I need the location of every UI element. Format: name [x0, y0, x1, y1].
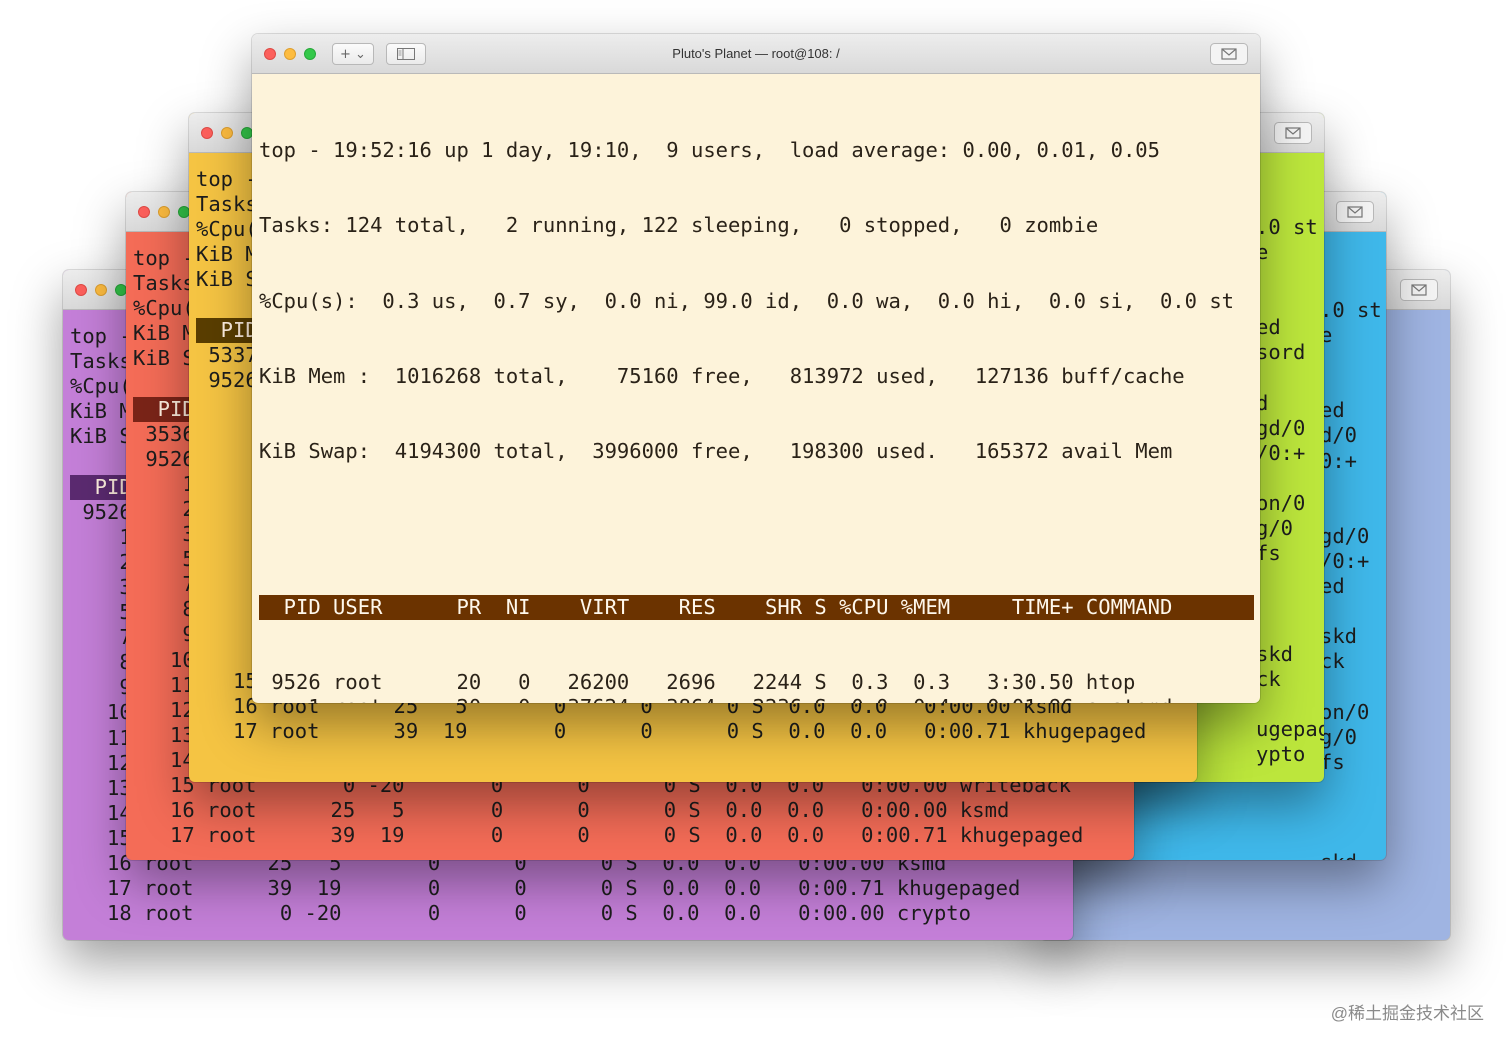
tasks-line: Tasks: 124 total, 2 running, 122 sleepin…	[259, 213, 1099, 238]
terminal-line: 16 root 25 5 0 0 0 S 0.0 0.0 0:00.00 ksm…	[133, 798, 1010, 823]
minimize-button[interactable]	[158, 206, 170, 218]
terminal-line: /0:+	[1320, 548, 1370, 573]
close-button[interactable]	[75, 284, 87, 296]
terminal-line: .0 st	[1320, 298, 1382, 322]
terminal-line: ugepaged	[1256, 716, 1324, 741]
terminal-line: 18 root 0 -20 0 0 0 S 0.0 0.0 0:00.00 cr…	[70, 901, 971, 926]
close-button[interactable]	[138, 206, 150, 218]
process-row: 1 root 20 0 37624 3864 2236 S 0.0 0.4 0:…	[259, 695, 1260, 703]
window-title: Pluto's Planet — root@108: /	[672, 46, 840, 61]
mail-icon[interactable]	[1210, 43, 1248, 65]
swap-line: KiB Swap: 4194300 total, 3996000 free, 1…	[259, 439, 1173, 464]
terminal-line: ck	[1256, 666, 1281, 691]
mem-line: KiB Mem : 1016268 total, 75160 free, 813…	[259, 364, 1185, 389]
terminal-window-front[interactable]: + ⌄ Pluto's Planet — root@108: / top - 1…	[252, 34, 1260, 703]
terminal-line: ed	[1320, 398, 1345, 423]
terminal-line: /0:+	[1256, 440, 1306, 465]
terminal-line: d/0	[1320, 423, 1358, 448]
terminal-line: 17 root 39 19 0 0 0 S 0.0 0.0 0:00.71 kh…	[196, 719, 1147, 744]
terminal-line: e	[1320, 323, 1333, 348]
mail-icon[interactable]	[1336, 201, 1374, 223]
terminal-line: gd/0	[1320, 523, 1370, 548]
mail-icon[interactable]	[1274, 122, 1312, 144]
terminal-line: sord	[1256, 340, 1306, 365]
terminal-line: ed	[1320, 574, 1345, 599]
terminal-line: ed	[1256, 315, 1281, 340]
minimize-button[interactable]	[95, 284, 107, 296]
terminal-line: skd	[1320, 624, 1358, 649]
terminal-line: e	[1256, 240, 1269, 265]
terminal-line: ck	[1320, 649, 1345, 674]
terminal-line: skd	[1320, 850, 1386, 860]
terminal-line: fs	[1256, 541, 1281, 566]
terminal-line: 0:+	[1320, 448, 1358, 473]
window-controls	[201, 127, 253, 139]
terminal-line: on/0	[1320, 699, 1370, 724]
terminal-line: g/0	[1320, 724, 1358, 749]
terminal-line: g/0	[1256, 516, 1294, 541]
terminal-line: ypto	[1256, 741, 1306, 766]
terminal-line: on/0	[1256, 491, 1306, 516]
process-row: 9526 root 20 0 26200 2696 2244 S 0.3 0.3…	[259, 670, 1136, 695]
terminal-line: gd/0	[1256, 415, 1306, 440]
terminal-output[interactable]: top - 19:52:16 up 1 day, 19:10, 9 users,…	[252, 74, 1260, 703]
cpu-line: %Cpu(s): 0.3 us, 0.7 sy, 0.0 ni, 99.0 id…	[259, 288, 1235, 313]
uptime-line: top - 19:52:16 up 1 day, 19:10, 9 users,…	[259, 138, 1160, 163]
terminal-line: 17 root 39 19 0 0 0 S 0.0 0.0 0:00.71 kh…	[133, 823, 1084, 848]
window-controls	[138, 206, 190, 218]
terminal-line: d	[1256, 390, 1269, 415]
terminal-line: skd	[1256, 641, 1294, 666]
terminal-line: .0 st	[1256, 215, 1318, 239]
mail-icon[interactable]	[1400, 279, 1438, 301]
close-button[interactable]	[201, 127, 213, 139]
site-watermark: @稀土掘金技术社区	[1330, 1004, 1484, 1023]
minimize-button[interactable]	[221, 127, 233, 139]
terminal-line: fs	[1320, 749, 1345, 774]
titlebar[interactable]: + ⌄ Pluto's Planet — root@108: /	[252, 34, 1260, 74]
window-controls	[75, 284, 127, 296]
process-table: 9526 root 20 0 26200 2696 2244 S 0.3 0.3…	[259, 670, 1260, 703]
terminal-line: 17 root 39 19 0 0 0 S 0.0 0.0 0:00.71 kh…	[70, 876, 1021, 901]
process-table-header: PID USER PR NI VIRT RES SHR S %CPU %MEM …	[259, 594, 1259, 620]
